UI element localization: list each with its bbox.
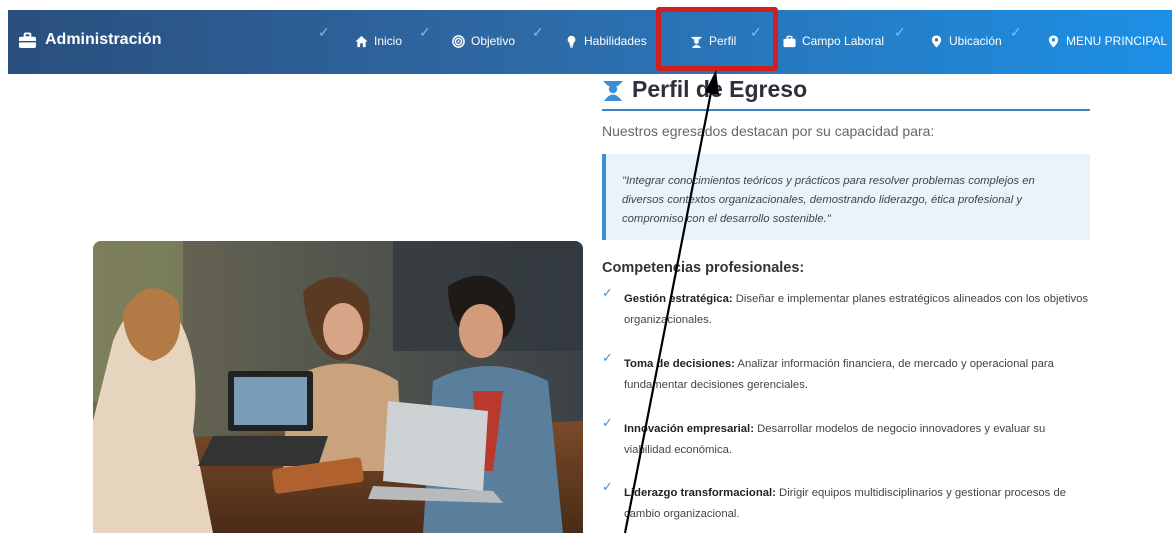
check-icon: ✓ — [318, 24, 330, 40]
nav-item-objetivo[interactable]: Objetivo — [452, 34, 515, 48]
competency-name: Innovación empresarial: — [624, 423, 754, 435]
target-icon — [452, 34, 465, 48]
graduate-icon — [603, 80, 623, 101]
nav-label: MENU PRINCIPAL — [1066, 34, 1168, 48]
briefcase-icon — [783, 35, 796, 47]
top-strip — [0, 0, 1172, 10]
main-navbar: Administración ✓ ✓ ✓ ✓ ✓ ✓ Inicio Objeti… — [8, 10, 1172, 74]
map-marker-icon — [1048, 34, 1059, 48]
intro-text: Nuestros egresados destacan por su capac… — [602, 123, 935, 139]
nav-label: Campo Laboral — [802, 34, 885, 48]
nav-item-ubicacion[interactable]: Ubicación — [930, 34, 1002, 48]
competencies-title: Competencias profesionales: — [602, 260, 805, 276]
check-icon: ✓ — [602, 350, 613, 365]
check-icon: ✓ — [1010, 24, 1022, 40]
check-icon: ✓ — [602, 285, 613, 300]
highlight-box — [656, 7, 778, 71]
students-photo — [93, 241, 583, 533]
brand-title: Administración — [45, 31, 162, 48]
competency-name: Gestión estratégica: — [624, 293, 733, 305]
map-marker-icon — [931, 34, 942, 48]
nav-item-campo-laboral[interactable]: Campo Laboral — [783, 34, 884, 48]
nav-item-menu-principal[interactable]: MENU PRINCIPAL — [1047, 34, 1167, 48]
nav-item-habilidades[interactable]: Habilidades — [565, 34, 647, 48]
nav-label: Inicio — [374, 34, 403, 48]
competency-name: Toma de decisiones: — [624, 358, 735, 370]
title-underline — [602, 109, 1090, 111]
page-title-text: Perfil de Egreso — [632, 76, 808, 102]
nav-label: Objetivo — [471, 34, 516, 48]
check-icon: ✓ — [602, 479, 613, 494]
check-icon: ✓ — [419, 24, 431, 40]
check-icon: ✓ — [602, 415, 613, 430]
nav-label: Ubicación — [949, 34, 1002, 48]
check-icon: ✓ — [532, 24, 544, 40]
check-icon: ✓ — [894, 24, 906, 40]
home-icon — [355, 35, 368, 47]
brand[interactable]: Administración — [18, 31, 161, 49]
briefcase-icon — [19, 31, 36, 48]
page-title: Perfil de Egreso — [602, 76, 807, 103]
competency-name: Liderazgo transformacional: — [624, 487, 776, 499]
profile-quote: "Integrar conocimientos teóricos y práct… — [602, 154, 1090, 240]
photo-illustration — [93, 241, 583, 533]
nav-item-inicio[interactable]: Inicio — [355, 34, 402, 48]
nav-label: Habilidades — [584, 34, 647, 48]
lightbulb-icon — [567, 35, 576, 48]
